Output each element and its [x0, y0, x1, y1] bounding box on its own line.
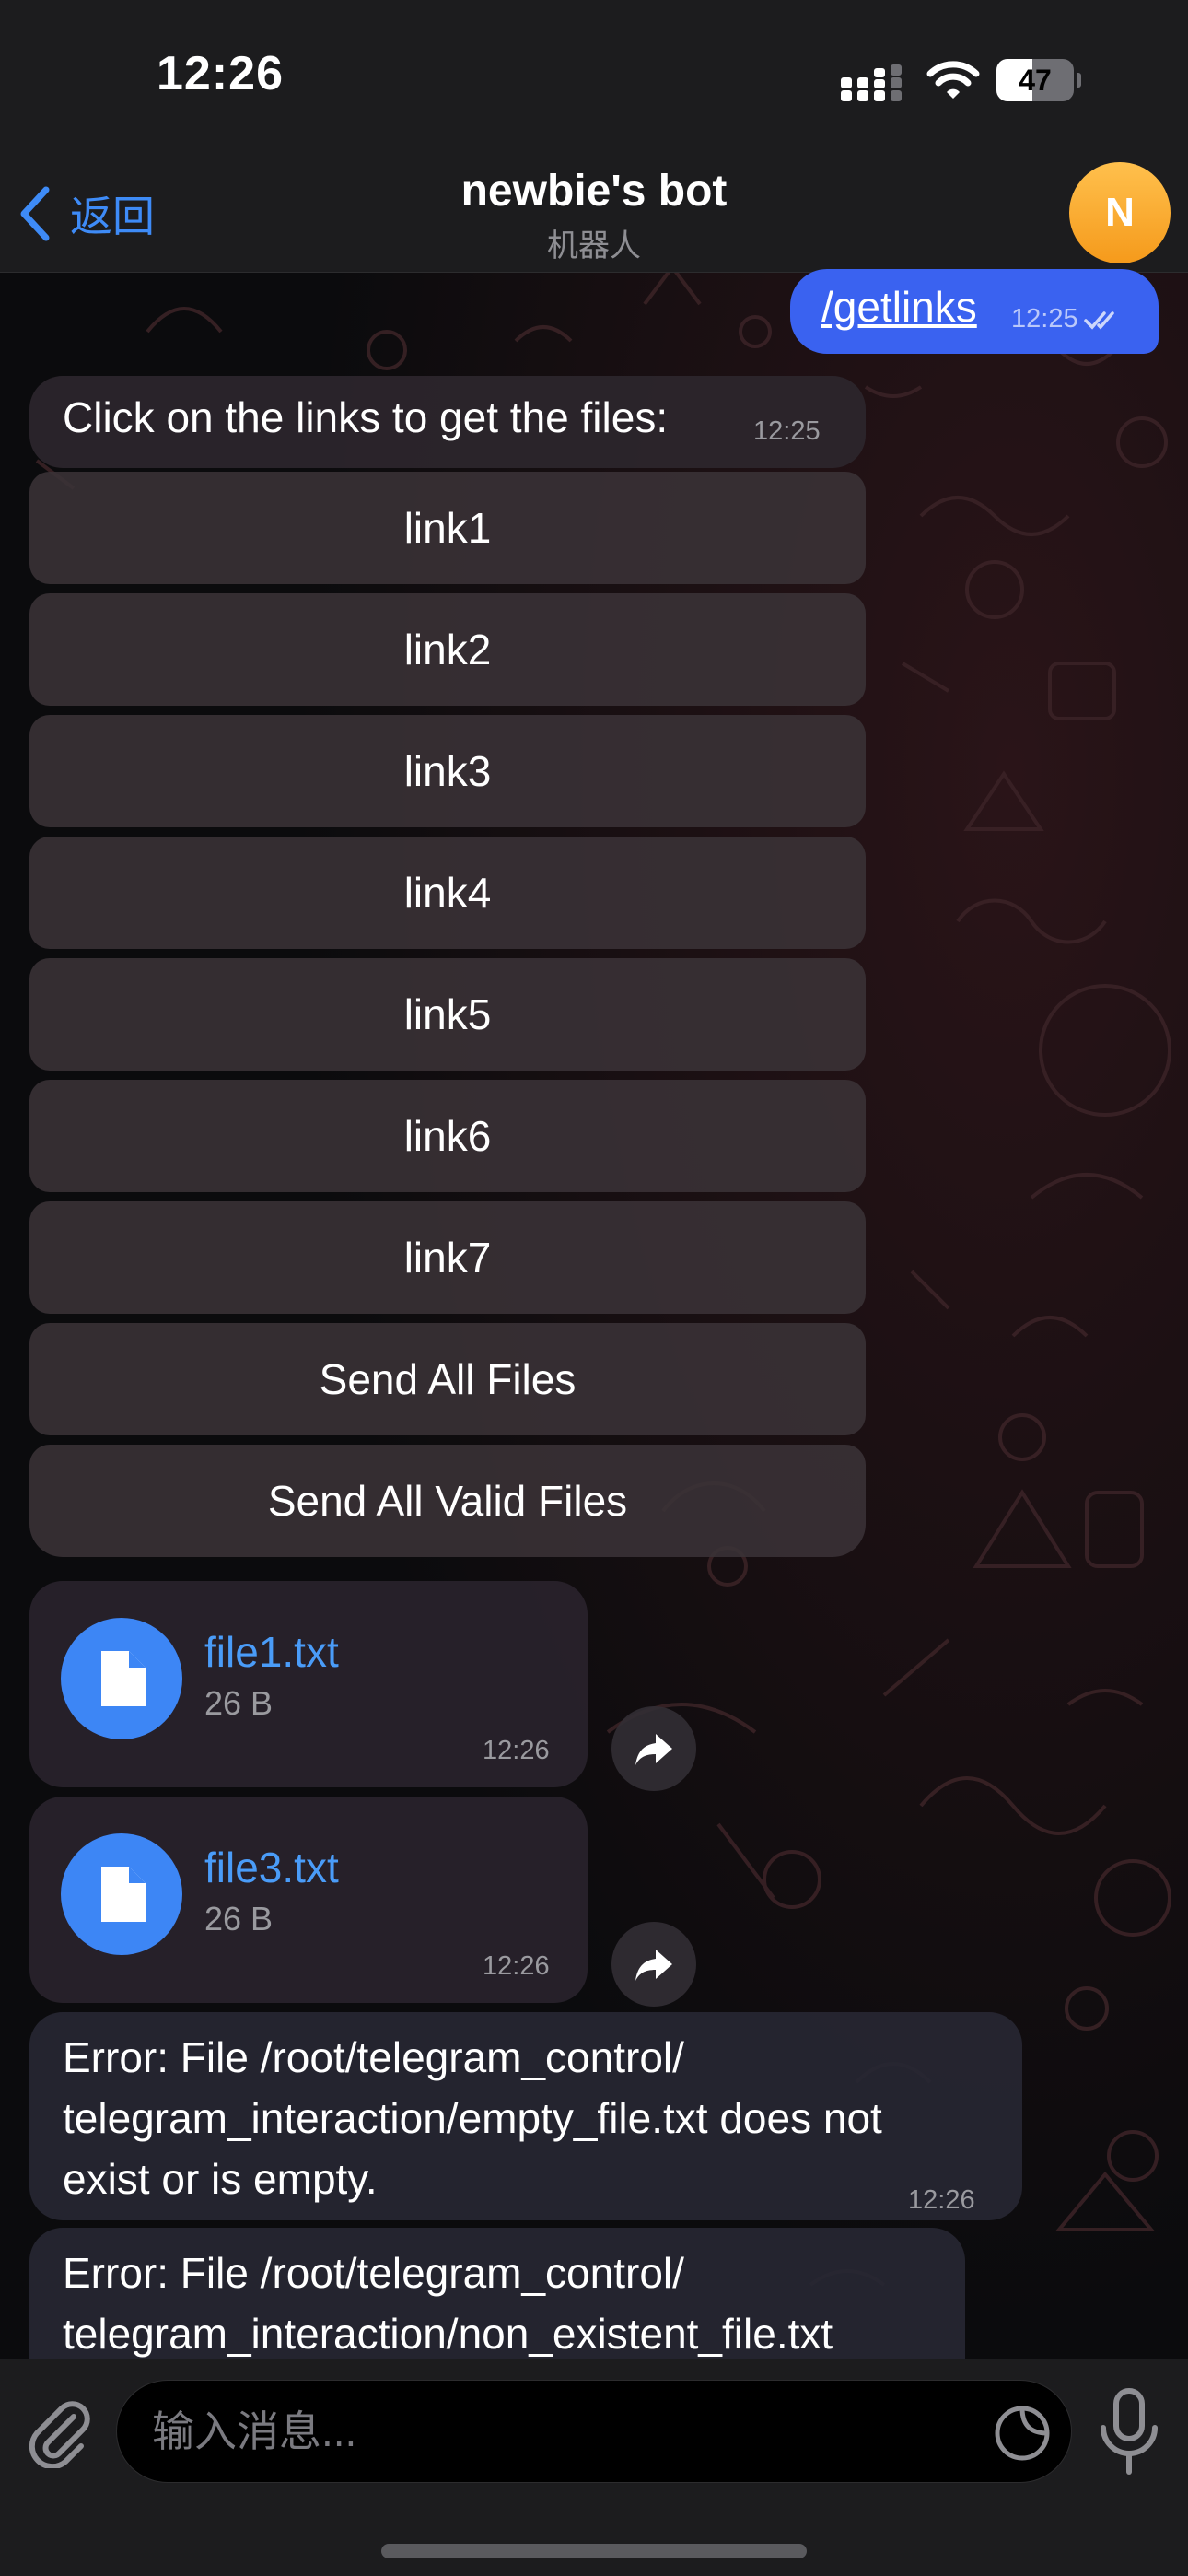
- file-size: 26 B: [204, 1684, 274, 1722]
- inline-button-link1[interactable]: link1: [29, 472, 866, 584]
- error-text: Error: File /root/telegram_control/ tele…: [63, 2249, 833, 2358]
- chat-screen: 12:26 47 返回 newbie's bot 机器人 N /getlinks…: [0, 0, 1188, 2576]
- bot-message: Click on the links to get the files: 12:…: [29, 376, 866, 468]
- message-time: 12:26: [483, 1736, 550, 1765]
- cellular-signal-icon: [841, 64, 902, 101]
- message-time: 12:25: [753, 416, 821, 446]
- file-name[interactable]: file1.txt: [204, 1627, 339, 1677]
- chevron-left-icon: [20, 186, 50, 241]
- message-input-bar: [0, 2359, 1188, 2576]
- avatar[interactable]: N: [1069, 162, 1171, 263]
- message-input[interactable]: [152, 2381, 981, 2482]
- back-label: 返回: [70, 193, 155, 240]
- document-icon[interactable]: [61, 1833, 182, 1955]
- command-link[interactable]: /getlinks: [821, 282, 977, 332]
- message-field[interactable]: [116, 2380, 1072, 2483]
- chat-subtitle: 机器人: [547, 228, 641, 263]
- status-time: 12:26: [157, 47, 284, 100]
- inline-button-link4[interactable]: link4: [29, 837, 866, 949]
- file-size: 26 B: [204, 1900, 274, 1938]
- forward-arrow-icon: [635, 1734, 672, 1765]
- error-text: Error: File /root/telegram_control/ tele…: [63, 2033, 882, 2203]
- battery-level: 47: [1019, 64, 1052, 97]
- inline-button-link5[interactable]: link5: [29, 958, 866, 1071]
- send-all-valid-files-button[interactable]: Send All Valid Files: [29, 1445, 866, 1557]
- wifi-icon: [926, 61, 980, 99]
- chat-title-block[interactable]: newbie's bot 机器人: [318, 166, 870, 265]
- double-check-icon: [1083, 310, 1114, 330]
- inline-button-link6[interactable]: link6: [29, 1080, 866, 1192]
- inline-button-link2[interactable]: link2: [29, 593, 866, 706]
- sticker-icon[interactable]: [994, 2405, 1051, 2462]
- forward-arrow-icon: [635, 1950, 672, 1981]
- message-time: 12:26: [483, 1951, 550, 1981]
- message-meta: 12:25: [1011, 304, 1124, 334]
- message-time: 12:26: [908, 2185, 975, 2215]
- forward-button[interactable]: [611, 1706, 696, 1791]
- document-icon[interactable]: [61, 1618, 182, 1739]
- file-message[interactable]: file3.txt 26 B 12:26: [29, 1797, 588, 2003]
- forward-button[interactable]: [611, 1922, 696, 2007]
- back-button[interactable]: 返回: [17, 177, 155, 251]
- outgoing-message: /getlinks 12:25: [790, 269, 1159, 354]
- chat-title: newbie's bot: [460, 167, 728, 216]
- home-indicator: [381, 2544, 807, 2558]
- microphone-icon[interactable]: [1096, 2387, 1162, 2476]
- message-text: Click on the links to get the files:: [63, 393, 669, 441]
- send-all-files-button[interactable]: Send All Files: [29, 1323, 866, 1435]
- file-name[interactable]: file3.txt: [204, 1843, 339, 1892]
- error-message: Error: File /root/telegram_control/ tele…: [29, 2012, 1022, 2220]
- battery-icon: 47: [996, 59, 1081, 101]
- message-time: 12:25: [1011, 304, 1078, 334]
- chat-header: 返回 newbie's bot 机器人 N: [0, 157, 1188, 273]
- paperclip-icon[interactable]: [28, 2395, 94, 2468]
- status-bar: 12:26 47: [0, 0, 1188, 157]
- inline-button-link3[interactable]: link3: [29, 715, 866, 827]
- file-message[interactable]: file1.txt 26 B 12:26: [29, 1581, 588, 1787]
- inline-button-link7[interactable]: link7: [29, 1201, 866, 1314]
